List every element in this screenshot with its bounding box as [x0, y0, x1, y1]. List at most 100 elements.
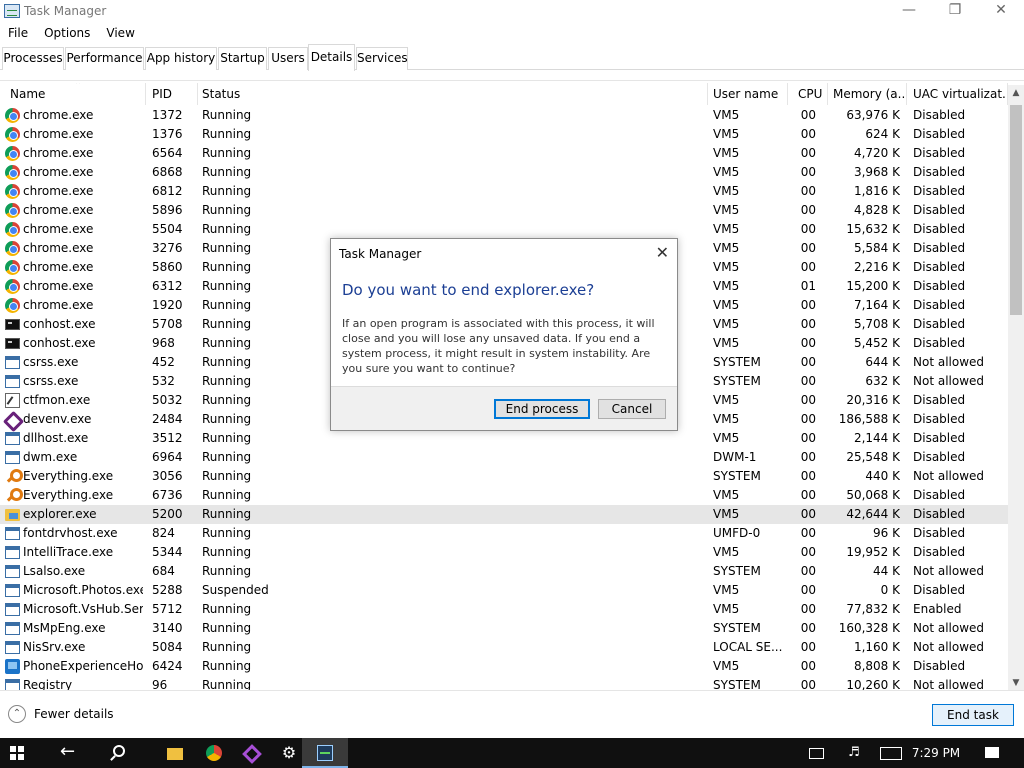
process-uac: Enabled [913, 602, 962, 616]
table-row[interactable]: dwm.exe 6964 Running DWM-1 00 25,548 K Disable… [0, 448, 1008, 467]
process-status: Running [202, 469, 252, 483]
process-uac: Disabled [913, 184, 966, 198]
process-user: VM5 [713, 298, 740, 312]
tab-processes[interactable]: Processes [2, 47, 64, 70]
end-process-button[interactable]: End process [494, 399, 590, 419]
process-cpu: 00 [800, 678, 816, 690]
visual-studio-icon[interactable] [243, 745, 259, 761]
vertical-scrollbar[interactable]: ▲ ▼ [1008, 85, 1024, 690]
notifications-icon[interactable] [983, 738, 1001, 768]
table-row[interactable]: IntelliTrace.exe 5344 Running VM5 00 19,952 K… [0, 543, 1008, 562]
column-header-memory[interactable]: Memory (a... [829, 83, 907, 105]
table-row[interactable]: chrome.exe 1372 Running VM5 00 63,976 K Disabl… [0, 106, 1008, 125]
process-user: SYSTEM [713, 374, 761, 388]
start-button[interactable] [0, 738, 46, 768]
process-memory: 1,816 K [853, 184, 900, 198]
table-row[interactable]: PhoneExperienceHo... 6424 Running VM5 00 8,80… [0, 657, 1008, 676]
table-row[interactable]: chrome.exe 5504 Running VM5 00 15,632 K Disabl… [0, 220, 1008, 239]
process-uac: Disabled [913, 336, 966, 350]
task-manager-taskbar-button[interactable] [302, 738, 348, 768]
process-cpu: 00 [800, 374, 816, 388]
table-row[interactable]: Everything.exe 3056 Running SYSTEM 00 440 K No… [0, 467, 1008, 486]
scroll-down-arrow-icon[interactable]: ▼ [1008, 675, 1024, 690]
close-window-button[interactable]: ✕ [978, 0, 1024, 22]
tab-performance[interactable]: Performance [65, 47, 144, 70]
process-uac: Disabled [913, 298, 966, 312]
table-row[interactable]: MsMpEng.exe 3140 Running SYSTEM 00 160,328 K N… [0, 619, 1008, 638]
settings-gear-icon[interactable]: ⚙ [281, 745, 297, 761]
chevron-up-icon[interactable]: ⌃ [8, 705, 26, 723]
cancel-button[interactable]: Cancel [598, 399, 666, 419]
tab-app-history[interactable]: App history [145, 47, 217, 70]
table-row[interactable]: Everything.exe 6736 Running VM5 00 50,068 K Di… [0, 486, 1008, 505]
process-user: VM5 [713, 241, 740, 255]
table-row[interactable]: chrome.exe 1376 Running VM5 00 624 K Disabled [0, 125, 1008, 144]
menu-file[interactable]: File [0, 26, 36, 40]
end-task-button[interactable]: End task [932, 704, 1014, 726]
table-row[interactable]: chrome.exe 5896 Running VM5 00 4,828 K Disable… [0, 201, 1008, 220]
process-status: Running [202, 298, 252, 312]
process-uac: Disabled [913, 488, 966, 502]
fewer-details-link[interactable]: Fewer details [34, 707, 114, 721]
column-header-uac[interactable]: UAC virtualizat... [909, 83, 1008, 105]
maximize-button[interactable]: ❐ [932, 0, 978, 22]
process-memory: 44 K [873, 564, 900, 578]
file-explorer-icon[interactable] [167, 748, 183, 760]
dialog-close-icon[interactable]: ✕ [656, 243, 669, 262]
process-cpu: 00 [800, 184, 816, 198]
table-row[interactable]: explorer.exe 5200 Running VM5 00 42,644 K Disa… [0, 505, 1008, 524]
process-uac: Disabled [913, 108, 966, 122]
minimize-button[interactable]: — [886, 0, 932, 22]
volume-icon[interactable]: ♬ [844, 738, 864, 768]
column-header-user-name[interactable]: User name [709, 83, 788, 105]
process-cpu: 00 [800, 526, 816, 540]
network-icon[interactable] [806, 738, 826, 768]
table-row[interactable]: dllhost.exe 3512 Running VM5 00 2,144 K Disabl… [0, 429, 1008, 448]
process-memory: 63,976 K [846, 108, 900, 122]
back-arrow-icon[interactable]: ← [60, 741, 75, 762]
process-status: Running [202, 640, 252, 654]
process-uac: Disabled [913, 260, 966, 274]
process-status: Running [202, 602, 252, 616]
chrome-icon[interactable] [206, 745, 222, 761]
menu-view[interactable]: View [98, 26, 142, 40]
table-row[interactable]: fontdrvhost.exe 824 Running UMFD-0 00 96 K Dis… [0, 524, 1008, 543]
search-icon[interactable] [113, 745, 125, 757]
process-uac: Not allowed [913, 355, 985, 369]
chrome-icon [5, 127, 20, 142]
table-row[interactable]: chrome.exe 6868 Running VM5 00 3,968 K Disable… [0, 163, 1008, 182]
chrome-icon [5, 241, 20, 256]
tab-startup[interactable]: Startup [218, 47, 267, 70]
scrollbar-thumb[interactable] [1010, 105, 1022, 315]
tab-users[interactable]: Users [268, 47, 308, 70]
table-row[interactable]: chrome.exe 6564 Running VM5 00 4,720 K Disable… [0, 144, 1008, 163]
table-row[interactable]: chrome.exe 6812 Running VM5 00 1,816 K Disable… [0, 182, 1008, 201]
process-uac: Disabled [913, 526, 966, 540]
column-header-cpu[interactable]: CPU [794, 83, 828, 105]
process-memory: 15,632 K [846, 222, 900, 236]
tab-services[interactable]: Services [356, 47, 408, 70]
menu-options[interactable]: Options [36, 26, 98, 40]
table-row[interactable]: NisSrv.exe 5084 Running LOCAL SE... 00 1,160 … [0, 638, 1008, 657]
process-name: Everything.exe [23, 488, 114, 502]
table-row[interactable]: Lsalso.exe 684 Running SYSTEM 00 44 K Not allo… [0, 562, 1008, 581]
process-user: VM5 [713, 165, 740, 179]
tab-details[interactable]: Details [308, 44, 355, 71]
table-row[interactable]: Microsoft.Photos.exe 5288 Suspended VM5 00 0 … [0, 581, 1008, 600]
process-user: VM5 [713, 222, 740, 236]
process-user: VM5 [713, 431, 740, 445]
chrome-icon [5, 146, 20, 161]
process-pid: 6564 [152, 146, 183, 160]
scroll-up-arrow-icon[interactable]: ▲ [1008, 85, 1024, 101]
table-row[interactable]: Registry 96 Running SYSTEM 00 10,260 K Not all… [0, 676, 1008, 690]
end-process-dialog: Task Manager ✕ Do you want to end explor… [330, 238, 678, 431]
table-row[interactable]: Microsoft.VsHub.Ser... 5712 Running VM5 00 77… [0, 600, 1008, 619]
column-header-pid[interactable]: PID [148, 83, 198, 105]
column-header-status[interactable]: Status [198, 83, 708, 105]
taskbar-clock[interactable]: 7:29 PM [906, 738, 966, 768]
footer-bar: ⌃ Fewer details End task [0, 690, 1024, 738]
keyboard-icon[interactable] [878, 738, 902, 768]
process-user: VM5 [713, 127, 740, 141]
column-header-name[interactable]: ⌃ Name [6, 83, 146, 105]
process-memory: 19,952 K [846, 545, 900, 559]
